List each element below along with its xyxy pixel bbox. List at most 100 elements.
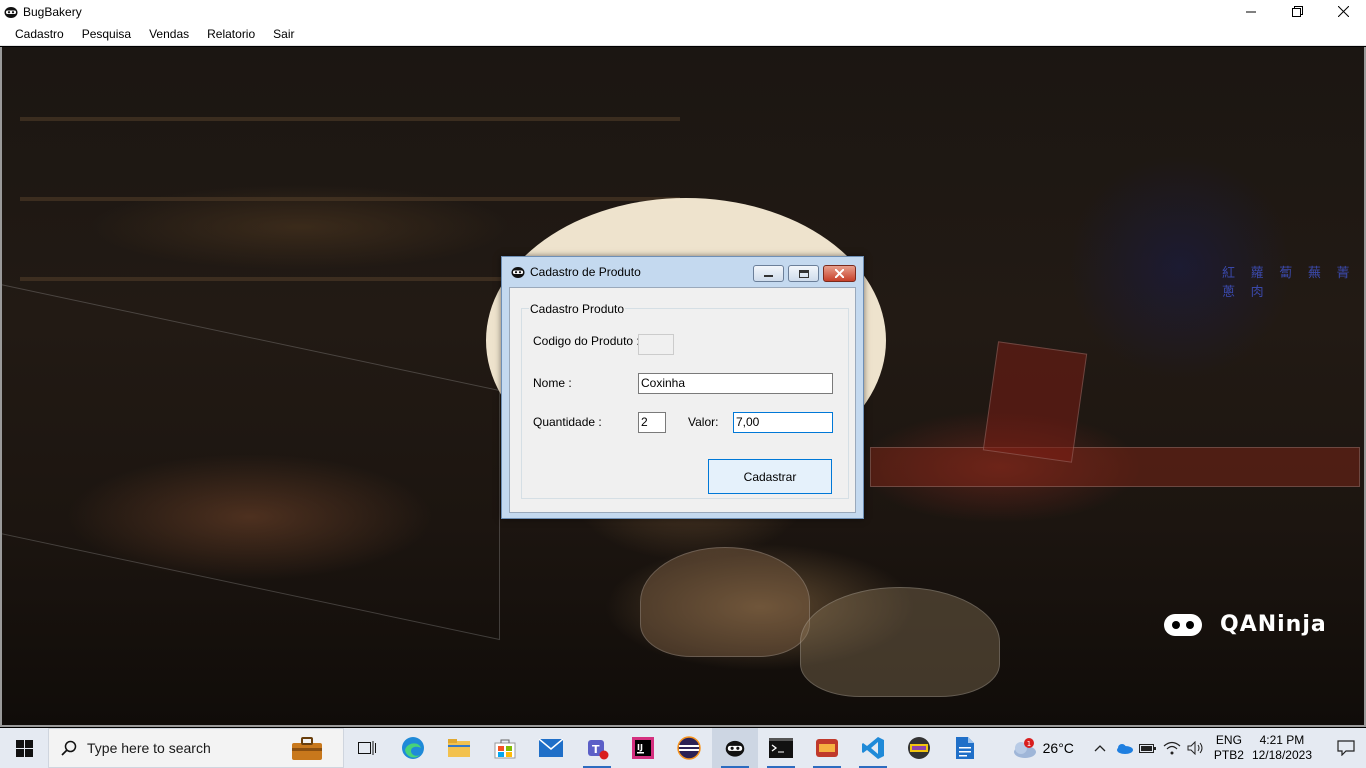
app-title: BugBakery xyxy=(23,4,82,19)
minimize-icon xyxy=(764,274,773,277)
weather-badge: 1 xyxy=(1026,740,1030,748)
taskbar-vscode[interactable] xyxy=(850,728,896,768)
terminal-icon xyxy=(769,738,793,758)
taskbar-store[interactable] xyxy=(482,728,528,768)
system-tray: 1 26°C ENG PTB2 4:21 PM 12/18/2023 xyxy=(1011,728,1366,768)
taskbar-edge[interactable] xyxy=(390,728,436,768)
search-placeholder: Type here to search xyxy=(87,740,211,756)
show-hidden-icons-button[interactable] xyxy=(1088,728,1112,768)
cadastro-produto-dialog: Cadastro de Produto Cadastro Produto Cod… xyxy=(501,256,864,519)
qaninja-text: QANinja xyxy=(1220,612,1327,637)
taskbar-game[interactable] xyxy=(896,728,942,768)
close-button[interactable] xyxy=(1320,0,1366,23)
counter xyxy=(870,447,1360,487)
minimize-icon xyxy=(1246,11,1256,12)
taskbar-terminal[interactable] xyxy=(758,728,804,768)
restore-icon xyxy=(1291,6,1303,17)
taskbar-search[interactable]: Type here to search xyxy=(48,728,344,768)
store-icon xyxy=(494,739,516,759)
app-title-bar: BugBakery xyxy=(0,0,1366,23)
close-icon xyxy=(835,269,844,278)
restore-button[interactable] xyxy=(1274,0,1320,23)
input-language[interactable]: ENG PTB2 xyxy=(1214,733,1244,763)
dialog-maximize-button[interactable] xyxy=(788,265,819,282)
ninja-app-icon xyxy=(511,267,525,278)
clock-time: 4:21 PM xyxy=(1259,733,1305,747)
ninja-app-icon xyxy=(4,6,18,18)
svg-text:T: T xyxy=(592,743,600,756)
close-icon xyxy=(1337,6,1349,17)
folder-icon xyxy=(448,739,470,757)
menu-sair[interactable]: Sair xyxy=(264,23,303,46)
app-badge-icon xyxy=(816,739,838,757)
quantidade-field[interactable]: 2 xyxy=(638,412,666,433)
notification-icon xyxy=(1337,740,1355,756)
start-button[interactable] xyxy=(0,728,48,768)
qaninja-watermark: QANinja xyxy=(1164,612,1327,637)
taskbar-postman[interactable] xyxy=(804,728,850,768)
wifi-icon xyxy=(1163,741,1181,755)
speaker-icon xyxy=(1187,741,1203,755)
taskbar-bugbakery[interactable] xyxy=(712,728,758,768)
clock[interactable]: 4:21 PM 12/18/2023 xyxy=(1252,733,1312,763)
svg-text:IJ: IJ xyxy=(637,743,643,752)
dialog-client-area: Cadastro Produto Codigo do Produto : Nom… xyxy=(509,287,856,513)
edge-icon xyxy=(402,737,424,759)
dialog-title: Cadastro de Produto xyxy=(530,265,641,279)
menu-vendas[interactable]: Vendas xyxy=(140,23,198,46)
language-code: ENG xyxy=(1215,733,1242,747)
menu-relatorio[interactable]: Relatorio xyxy=(198,23,264,46)
intellij-icon: IJ xyxy=(632,737,654,759)
nome-label: Nome : xyxy=(533,376,572,390)
battery-tray[interactable] xyxy=(1136,728,1160,768)
menu-pesquisa[interactable]: Pesquisa xyxy=(73,23,140,46)
task-view-button[interactable] xyxy=(344,728,390,768)
codigo-field[interactable] xyxy=(638,334,674,355)
menu-bar: Cadastro Pesquisa Vendas Relatorio Sair xyxy=(0,23,1366,46)
windows-logo-icon xyxy=(15,739,33,757)
taskbar-document[interactable] xyxy=(942,728,988,768)
weather-widget[interactable]: 1 26°C xyxy=(1011,737,1074,759)
dialog-minimize-button[interactable] xyxy=(753,265,784,282)
taskbar-file-explorer[interactable] xyxy=(436,728,482,768)
taskbar-eclipse[interactable] xyxy=(666,728,712,768)
shelf xyxy=(20,197,680,201)
codigo-label: Codigo do Produto : xyxy=(533,334,640,348)
shop-sign-text: 紅 蘿 蔔 蕪 菁 蔥 肉 xyxy=(1222,265,1356,299)
shelf xyxy=(20,117,680,121)
teams-icon: T xyxy=(588,740,609,760)
minimize-button[interactable] xyxy=(1228,0,1274,23)
valor-field[interactable]: 7,00 xyxy=(733,412,833,433)
valor-label: Valor: xyxy=(688,415,719,429)
vscode-icon xyxy=(862,737,884,759)
onedrive-tray[interactable] xyxy=(1112,728,1136,768)
document-icon xyxy=(956,737,974,759)
clock-date: 12/18/2023 xyxy=(1251,748,1312,762)
window-controls xyxy=(1228,0,1366,23)
taskbar-intellij[interactable]: IJ xyxy=(620,728,666,768)
dialog-close-button[interactable] xyxy=(823,265,856,282)
game-icon xyxy=(908,737,930,759)
bread-basket xyxy=(640,547,810,657)
groupbox-title: Cadastro Produto xyxy=(529,302,626,316)
bread-basket xyxy=(800,587,1000,697)
nome-field[interactable]: Coxinha xyxy=(638,373,833,394)
dialog-controls xyxy=(753,265,856,282)
volume-tray[interactable] xyxy=(1184,728,1208,768)
menu-cadastro[interactable]: Cadastro xyxy=(6,23,73,46)
taskbar-mail[interactable] xyxy=(528,728,574,768)
ninja-app-icon xyxy=(725,740,745,757)
eclipse-icon xyxy=(677,736,701,760)
taskbar-teams[interactable]: T xyxy=(574,728,620,768)
notification-center-button[interactable] xyxy=(1326,728,1366,768)
cloud-weather-icon: 1 xyxy=(1013,738,1036,758)
dialog-title-bar: Cadastro de Produto xyxy=(502,257,863,287)
briefcase-icon xyxy=(292,737,322,760)
shelf xyxy=(20,277,520,281)
quantidade-label: Quantidade : xyxy=(533,415,602,429)
mail-icon xyxy=(539,739,563,757)
wifi-tray[interactable] xyxy=(1160,728,1184,768)
maximize-icon xyxy=(798,269,809,278)
cadastrar-button[interactable]: Cadastrar xyxy=(708,459,832,494)
menu-sign xyxy=(982,341,1088,463)
